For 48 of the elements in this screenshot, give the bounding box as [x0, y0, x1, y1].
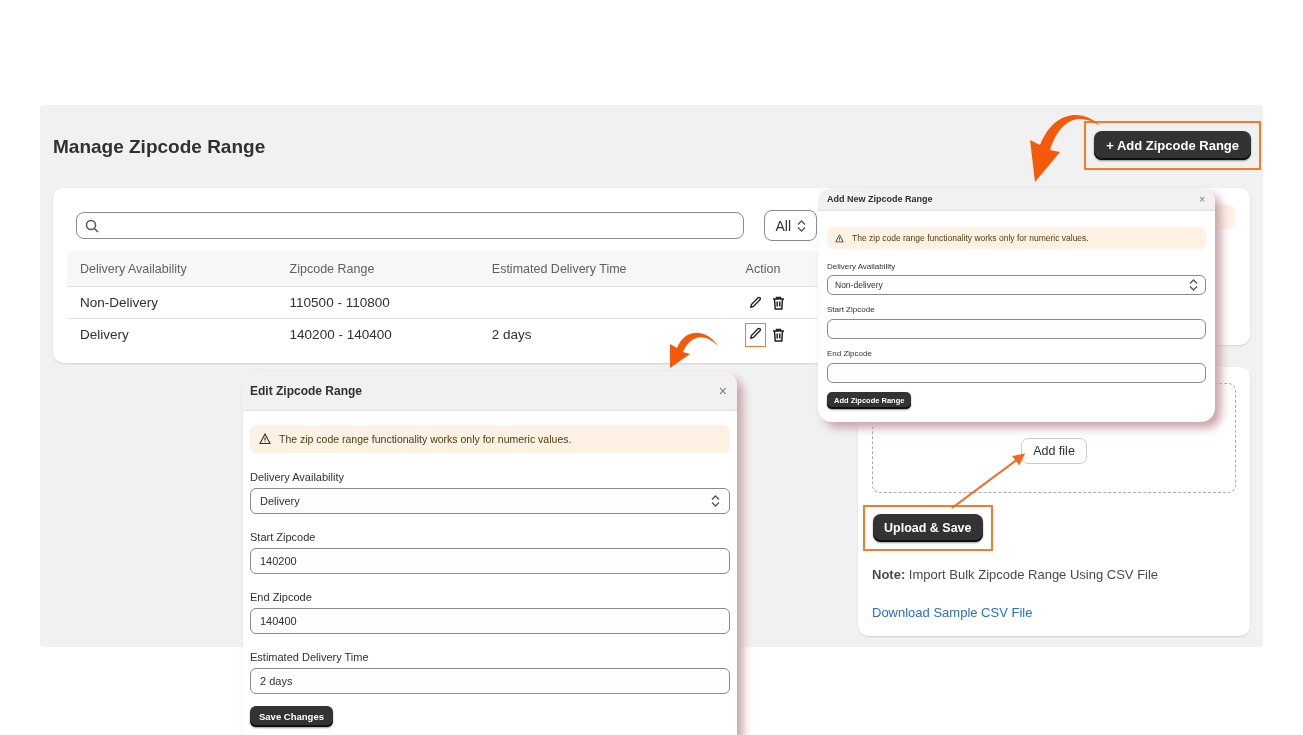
field-label: Start Zipcode [250, 531, 317, 543]
upload-save-button[interactable]: Upload & Save [873, 514, 983, 542]
chevron-updown-icon [797, 219, 806, 232]
modal-title: Edit Zipcode Range [250, 384, 362, 398]
warning-icon [259, 433, 271, 445]
warning-icon [835, 233, 844, 243]
edit-button[interactable] [745, 323, 765, 346]
select-field[interactable]: Delivery [250, 488, 730, 514]
pencil-icon [748, 326, 762, 340]
filter-select[interactable]: All [764, 210, 817, 241]
field-label: Start Zipcode [827, 306, 876, 314]
add-file-button[interactable]: Add file [1021, 437, 1087, 464]
table-cell: 110500 - 110800 [276, 286, 479, 319]
chevron-updown-icon [711, 495, 720, 507]
add-zipcode-range-button[interactable]: + Add Zipcode Range [1094, 131, 1251, 160]
field-label: Delivery Availability [250, 471, 345, 483]
close-button[interactable]: × [718, 383, 727, 399]
table-cell: 140200 - 140400 [276, 318, 479, 350]
table-cell: Non-Delivery [67, 286, 277, 319]
trash-icon [771, 295, 785, 310]
note-text: Note: Import Bulk Zipcode Range Using CSV File [872, 567, 1159, 582]
input-field[interactable]: 2 days [250, 668, 730, 694]
trash-icon [771, 327, 785, 342]
field-label: End Zipcode [827, 350, 873, 358]
curved-arrow [1030, 115, 1100, 182]
field-label: Estimated Delivery Time [250, 651, 370, 663]
modal-title: Add New Zipcode Range [827, 194, 933, 204]
search-field[interactable] [76, 212, 745, 239]
search-icon [85, 218, 99, 233]
table-cell: Delivery [67, 318, 277, 350]
input-field[interactable]: 140200 [250, 548, 730, 574]
close-button[interactable]: × [1199, 193, 1205, 205]
select-field[interactable]: Non-delivery [827, 275, 1206, 295]
page-title: Manage Zipcode Range [53, 135, 266, 158]
curved-arrow [670, 332, 718, 368]
download-link[interactable]: Download Sample CSV File [872, 605, 1033, 620]
column-header: Zipcode Range [276, 251, 479, 287]
warning-text: The zip code range functionality works only for numeric values. [279, 433, 572, 445]
column-header: Delivery Availability [67, 251, 277, 287]
column-header: Estimated Delivery Time [478, 251, 733, 287]
pencil-icon [748, 296, 762, 309]
warning-text: The zip code range functionality works only for numeric values. [852, 233, 1089, 243]
chevron-updown-icon [1189, 279, 1198, 291]
input-field[interactable] [827, 363, 1206, 383]
input-field[interactable]: 140400 [250, 608, 730, 634]
field-label: End Zipcode [250, 591, 313, 603]
submit-button[interactable]: Save Changes [250, 706, 333, 727]
input-field[interactable] [827, 319, 1206, 339]
